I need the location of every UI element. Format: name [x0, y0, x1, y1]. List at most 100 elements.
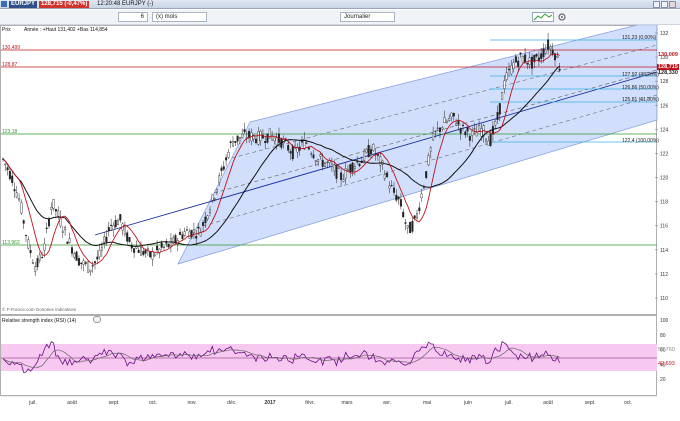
chart-type-icon[interactable] — [532, 12, 554, 22]
time-symbol-label: 12:20:48 EURJPY (-) — [97, 1, 154, 7]
y-tick-label: 132 — [660, 31, 669, 37]
candle-body — [517, 60, 520, 67]
level-label-128-87: 128,87 — [2, 62, 18, 68]
candle-body — [409, 222, 412, 234]
candle-body — [222, 166, 225, 170]
candle-body — [549, 46, 552, 49]
candle-body — [519, 52, 522, 55]
candle-body — [96, 256, 99, 260]
candle-body — [61, 230, 64, 233]
candle-body — [556, 56, 559, 58]
period-value-field[interactable]: 6 — [118, 12, 148, 22]
candle-body — [11, 175, 14, 183]
candle-body — [330, 163, 333, 167]
candle-body — [38, 254, 41, 261]
candle-body — [183, 231, 186, 236]
candle-body — [197, 226, 200, 229]
candle-body — [204, 216, 207, 224]
candle-body — [365, 149, 368, 153]
candle-body — [547, 39, 550, 50]
maximize-button[interactable] — [661, 1, 668, 8]
candle-body — [31, 262, 34, 264]
rsi-tick-label: 20 — [660, 377, 666, 383]
candle-body — [43, 243, 46, 251]
candle-body — [379, 156, 382, 166]
candle-body — [225, 157, 228, 161]
candle-body — [402, 211, 405, 218]
candle-body — [275, 137, 278, 146]
candle-body — [13, 189, 16, 192]
symbol-label: EURJPY — [9, 1, 38, 8]
candle-body — [432, 133, 435, 141]
candle-body — [452, 112, 455, 117]
candle-body — [485, 138, 488, 142]
candle-body — [524, 54, 527, 63]
copyright-note: © F-France.com Données indicatives — [2, 307, 77, 312]
rsi-band — [1, 344, 657, 371]
candle-body — [501, 92, 504, 100]
candle-body — [68, 238, 71, 243]
candle-body — [142, 251, 145, 255]
candle-body — [66, 241, 69, 244]
y-tick-label: 110 — [660, 296, 668, 302]
candle-body — [441, 127, 444, 130]
candle-body — [259, 131, 262, 141]
candle-body — [420, 193, 423, 199]
candle-body — [84, 262, 87, 264]
candle-body — [195, 235, 198, 239]
candle-body — [156, 245, 159, 251]
y-tick-label: 126 — [660, 103, 669, 109]
candle-body — [98, 249, 101, 258]
candle-body — [358, 163, 361, 167]
candle-body — [87, 261, 90, 273]
candle-body — [487, 140, 490, 146]
period-unit-select[interactable]: (x) mois — [152, 12, 207, 22]
candle-body — [349, 164, 352, 173]
candle-body — [264, 141, 267, 144]
candle-body — [202, 222, 205, 226]
candle-body — [103, 236, 106, 243]
candle-body — [425, 171, 428, 178]
candle-body — [422, 187, 425, 189]
candle-body — [188, 231, 191, 239]
candle-body — [307, 147, 310, 150]
minimize-button[interactable] — [653, 1, 660, 8]
price-chart[interactable]: 132130128126124122120118116114112110 100… — [0, 25, 680, 421]
candle-body — [153, 254, 156, 257]
interval-select[interactable]: Journalier — [340, 12, 395, 22]
candle-body — [367, 144, 370, 158]
x-axis-label: juil. — [504, 400, 513, 406]
candle-body — [289, 151, 292, 154]
candle-body — [455, 123, 458, 126]
candle-body — [22, 220, 25, 224]
expand-toggle-icon[interactable] — [93, 316, 101, 323]
candle-body — [151, 251, 154, 260]
candle-body — [41, 257, 44, 259]
candle-body — [36, 258, 39, 268]
candle-body — [29, 250, 32, 254]
settings-icon[interactable] — [557, 12, 567, 22]
candle-body — [372, 144, 375, 151]
candle-body — [393, 187, 396, 193]
candle-body — [100, 247, 103, 251]
candle-body — [266, 133, 269, 143]
year-range-info: Année : +Haut 131,402 +Bas 114,854 — [24, 27, 108, 33]
fibo-label-100: 122,4 (100,00%) — [622, 138, 659, 144]
y-tick-label: 116 — [660, 224, 668, 230]
candle-body — [229, 141, 232, 143]
price-change-badge: 128,715 (-0,47%) — [39, 1, 90, 8]
candle-body — [473, 128, 476, 130]
candle-body — [558, 68, 561, 71]
candle-body — [314, 160, 317, 163]
candle-body — [257, 131, 260, 145]
candle-body — [531, 56, 534, 69]
rsi-tick-label: 80 — [660, 333, 666, 339]
close-button[interactable] — [669, 1, 676, 8]
candle-body — [27, 239, 30, 249]
x-axis-label: mars — [341, 400, 353, 406]
candle-body — [52, 199, 55, 209]
candle-body — [213, 198, 216, 200]
candle-body — [305, 142, 308, 144]
candle-body — [514, 56, 517, 63]
candle-body — [135, 246, 138, 249]
